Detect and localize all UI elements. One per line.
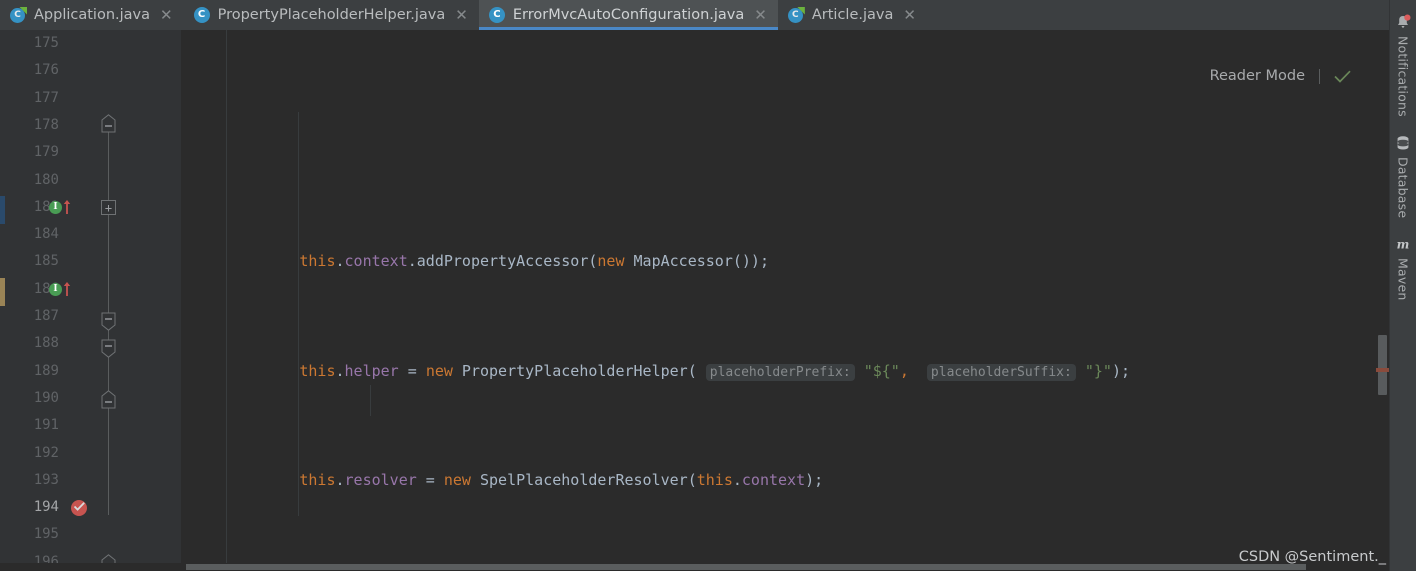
fold-handle-collapse-down[interactable] xyxy=(101,339,116,358)
right-tool-window-bar: Notifications Database m Maven xyxy=(1389,0,1416,571)
close-icon[interactable]: ✕ xyxy=(455,7,468,23)
indent-guide xyxy=(298,112,299,516)
class-icon-letter: C xyxy=(488,6,505,23)
indent-guide xyxy=(370,385,371,416)
breakpoint-check-icon xyxy=(74,502,85,511)
line-number: 185 xyxy=(33,253,59,270)
vertical-scrollbar-thumb[interactable] xyxy=(1378,335,1387,395)
code-editor[interactable]: 175 176 177 178 179 180 181 184 185 186 … xyxy=(0,30,1389,571)
close-icon[interactable]: ✕ xyxy=(903,7,916,23)
line-number: 179 xyxy=(33,144,59,161)
ide-window: C Application.java ✕ C PropertyPlacehold… xyxy=(0,0,1416,571)
reader-mode-label: Reader Mode xyxy=(1209,68,1305,84)
tool-window-label: Maven xyxy=(1395,258,1411,301)
inlay-hint[interactable]: placeholderPrefix: xyxy=(705,363,855,381)
editor-tab-article[interactable]: C Article.java ✕ xyxy=(777,0,927,30)
line-number: 189 xyxy=(33,362,59,379)
fold-cap-up-icon xyxy=(101,114,116,133)
java-class-spring-icon: C xyxy=(10,6,27,24)
java-class-icon: C xyxy=(193,6,211,24)
class-icon-letter: C xyxy=(193,6,210,23)
fold-handle-collapse-up[interactable] xyxy=(101,390,116,409)
fold-handle-expand[interactable]: + xyxy=(101,200,116,215)
bell-icon xyxy=(1395,14,1411,30)
line-number: 184 xyxy=(33,226,59,243)
java-class-icon: C xyxy=(488,6,506,24)
vertical-scrollbar[interactable] xyxy=(1376,30,1389,571)
line-number: 177 xyxy=(33,89,59,106)
line-number: 178 xyxy=(33,116,59,133)
fold-handle-collapse-down[interactable] xyxy=(101,312,116,331)
java-class-spring-icon: C xyxy=(787,6,805,24)
database-icon xyxy=(1395,135,1411,151)
fold-cap-down-icon xyxy=(101,339,116,358)
code-text-area[interactable]: this.context.addPropertyAccessor(new Map… xyxy=(181,30,1389,571)
horizontal-scrollbar-thumb[interactable] xyxy=(186,564,1306,570)
tool-window-notifications[interactable]: Notifications xyxy=(1395,8,1411,123)
implementing-method-icon[interactable]: I xyxy=(49,276,77,303)
editor-tab-label: ErrorMvcAutoConfiguration.java xyxy=(512,7,745,23)
override-arrow-icon xyxy=(63,281,71,296)
divider xyxy=(1319,68,1320,84)
line-number: 187 xyxy=(33,308,59,324)
fold-handle-collapse-up[interactable] xyxy=(101,114,116,133)
tool-window-label: Notifications xyxy=(1395,36,1411,117)
line-number-current: 194 xyxy=(33,499,59,516)
fold-cap-down-icon xyxy=(101,312,116,331)
tool-window-database[interactable]: Database xyxy=(1395,129,1411,224)
implement-marker-letter: I xyxy=(49,200,62,214)
editor-tab-errormvcautoconfiguration[interactable]: C ErrorMvcAutoConfiguration.java ✕ xyxy=(478,0,778,30)
line-number: 180 xyxy=(33,171,59,188)
close-icon[interactable]: ✕ xyxy=(754,7,767,23)
svg-text:m: m xyxy=(1397,238,1410,252)
implement-marker-letter: I xyxy=(49,282,62,296)
editor-tab-label: Application.java xyxy=(34,7,151,23)
code-line[interactable]: this.resolver = new SpelPlaceholderResol… xyxy=(181,467,1389,494)
editor-tab-label: Article.java xyxy=(811,7,894,23)
watermark: CSDN @Sentiment._ xyxy=(1238,549,1386,565)
line-number: 175 xyxy=(33,35,59,51)
code-line[interactable]: this.helper = new PropertyPlaceholderHel… xyxy=(181,358,1389,385)
line-number: 195 xyxy=(33,526,59,543)
editor-tab-bar: C Application.java ✕ C PropertyPlacehold… xyxy=(0,0,1416,30)
reader-mode-indicator[interactable]: Reader Mode xyxy=(1210,68,1351,84)
implementing-method-icon[interactable]: I xyxy=(49,194,77,221)
override-arrow-icon xyxy=(63,199,71,214)
line-number: 193 xyxy=(33,471,59,488)
tool-window-label: Database xyxy=(1395,156,1411,219)
maven-icon: m xyxy=(1395,236,1411,252)
close-icon[interactable]: ✕ xyxy=(160,7,173,23)
line-number: 176 xyxy=(33,62,59,79)
check-icon xyxy=(1334,70,1351,83)
line-number: 188 xyxy=(33,335,59,352)
fold-cap-up-icon xyxy=(101,390,116,409)
editor-tab-application[interactable]: C Application.java ✕ xyxy=(0,0,184,30)
line-number: 190 xyxy=(33,389,59,406)
tool-window-maven[interactable]: m Maven xyxy=(1395,230,1411,306)
editor-gutter[interactable]: 175 176 177 178 179 180 181 184 185 186 … xyxy=(5,30,180,571)
inlay-hint[interactable]: placeholderSuffix: xyxy=(926,363,1076,381)
tab-bar-spacer xyxy=(927,0,1382,30)
editor-tab-propertyplaceholderhelper[interactable]: C PropertyPlaceholderHelper.java ✕ xyxy=(183,0,479,30)
editor-tab-label: PropertyPlaceholderHelper.java xyxy=(217,7,446,23)
line-number: 191 xyxy=(33,417,59,434)
breakpoint-verified-icon[interactable] xyxy=(71,500,87,516)
horizontal-scrollbar[interactable] xyxy=(0,563,1389,571)
error-stripe-marker[interactable] xyxy=(1376,368,1389,372)
code-line[interactable]: this.context.addPropertyAccessor(new Map… xyxy=(181,248,1389,275)
line-number: 192 xyxy=(33,444,59,461)
